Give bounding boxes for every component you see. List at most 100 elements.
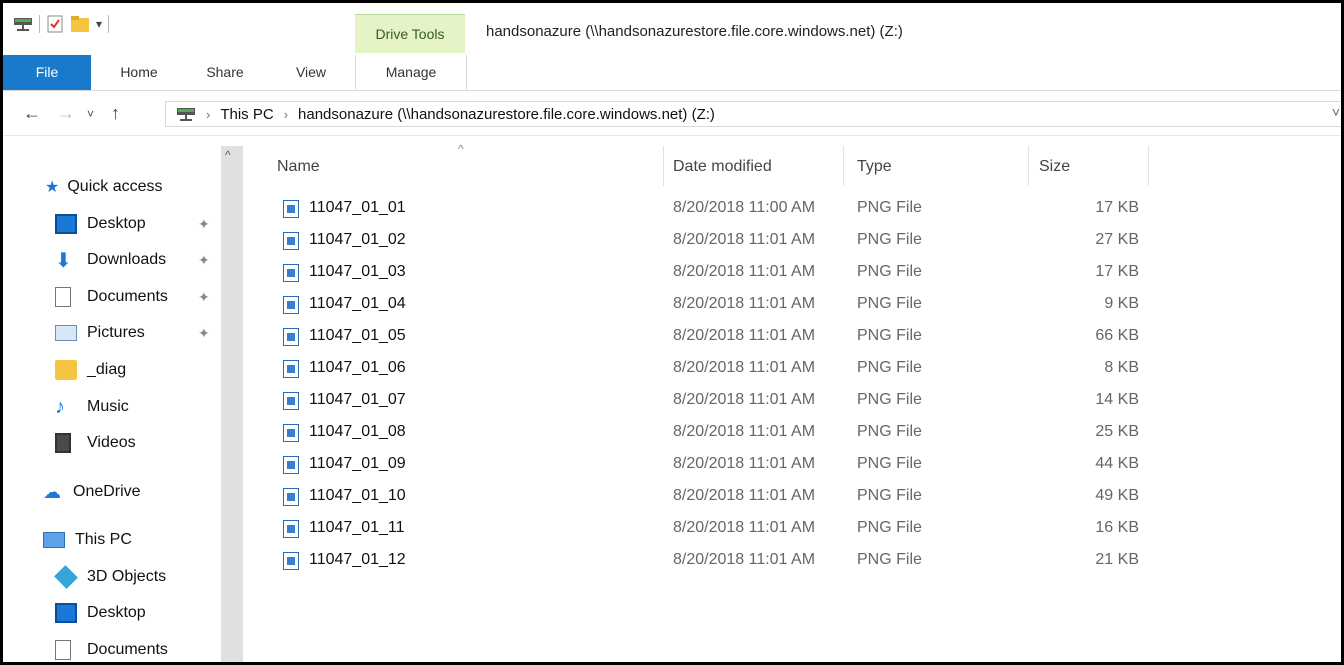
file-row[interactable]: 11047_01_10 8/20/2018 11:01 AM PNG File 49 … (279, 482, 1159, 512)
ribbon-tabs: File Home Share View Manage (3, 55, 1341, 91)
file-date: 8/20/2018 11:01 AM (673, 391, 816, 408)
nav-this-pc[interactable]: This PC (43, 525, 132, 555)
file-row[interactable]: 11047_01_05 8/20/2018 11:01 AM PNG File 66 … (279, 322, 1159, 352)
tab-share[interactable]: Share (189, 55, 261, 90)
column-divider[interactable] (843, 146, 844, 186)
pin-icon[interactable]: ✦ (198, 216, 210, 233)
file-date: 8/20/2018 11:01 AM (673, 327, 816, 344)
file-type: PNG File (857, 295, 922, 312)
address-bar-row: ← → ˅ ↑ › This PC › handsonazure (\\hand… (3, 91, 1341, 136)
nav-label: Downloads (87, 251, 167, 268)
file-type: PNG File (857, 231, 922, 248)
scroll-up-icon[interactable]: ^ (225, 148, 231, 162)
column-header-size[interactable]: Size (1039, 158, 1070, 176)
file-name: 11047_01_02 (309, 231, 406, 248)
file-date: 8/20/2018 11:01 AM (673, 295, 816, 312)
nav-label: Desktop (87, 604, 146, 621)
column-divider[interactable] (1028, 146, 1029, 186)
file-date: 8/20/2018 11:01 AM (673, 519, 816, 536)
file-row[interactable]: 11047_01_11 8/20/2018 11:01 AM PNG File 16 … (279, 514, 1159, 544)
downloads-icon: ⬇ (55, 249, 72, 272)
file-row[interactable]: 11047_01_08 8/20/2018 11:01 AM PNG File 25 … (279, 418, 1159, 448)
drive-tools-context-tab: Drive Tools (355, 14, 465, 53)
file-date: 8/20/2018 11:01 AM (673, 231, 816, 248)
pin-icon[interactable]: ✦ (198, 325, 210, 342)
nav-item-pictures[interactable]: Pictures (55, 318, 145, 348)
file-size: 17 KB (1095, 199, 1139, 216)
file-size: 27 KB (1095, 231, 1139, 248)
address-dropdown-icon[interactable]: ˅ (1332, 104, 1340, 120)
breadcrumb-separator-icon[interactable]: › (284, 107, 288, 122)
nav-item-3d-objects[interactable]: 3D Objects (54, 562, 167, 592)
new-folder-icon[interactable] (70, 15, 90, 33)
file-type: PNG File (857, 359, 922, 376)
png-file-icon (283, 392, 299, 410)
file-row[interactable]: 11047_01_06 8/20/2018 11:01 AM PNG File 8 K… (279, 354, 1159, 384)
network-drive-icon[interactable] (13, 16, 33, 32)
3d-objects-icon (54, 565, 78, 589)
png-file-icon (283, 520, 299, 538)
address-bar[interactable]: › This PC › handsonazure (\\handsonazure… (165, 101, 1341, 127)
pin-icon[interactable]: ✦ (198, 252, 210, 269)
nav-scrollbar[interactable]: ^ (221, 146, 243, 662)
file-row[interactable]: 11047_01_07 8/20/2018 11:01 AM PNG File 14 … (279, 386, 1159, 416)
file-type: PNG File (857, 423, 922, 440)
file-date: 8/20/2018 11:01 AM (673, 423, 816, 440)
column-header-type[interactable]: Type (857, 158, 892, 176)
file-size: 16 KB (1095, 519, 1139, 536)
breadcrumb-drive[interactable]: handsonazure (\\handsonazurestore.file.c… (298, 106, 715, 123)
file-row[interactable]: 11047_01_09 8/20/2018 11:01 AM PNG File 44 … (279, 450, 1159, 480)
file-row[interactable]: 11047_01_01 8/20/2018 11:00 AM PNG File 17 … (279, 194, 1159, 224)
nav-label: Music (87, 398, 129, 415)
tab-home[interactable]: Home (103, 55, 175, 90)
column-divider[interactable] (1148, 146, 1149, 186)
nav-label: Documents (87, 288, 168, 305)
pin-icon[interactable]: ✦ (198, 289, 210, 306)
png-file-icon (283, 264, 299, 282)
png-file-icon (283, 200, 299, 218)
column-header-name[interactable]: Name (277, 158, 320, 176)
file-type: PNG File (857, 551, 922, 568)
properties-icon[interactable] (46, 15, 64, 33)
sort-ascending-icon: ^ (458, 142, 464, 156)
file-row[interactable]: 11047_01_12 8/20/2018 11:01 AM PNG File 21 … (279, 546, 1159, 576)
nav-item-diag[interactable]: _diag (55, 355, 126, 385)
file-row[interactable]: 11047_01_02 8/20/2018 11:01 AM PNG File 27 … (279, 226, 1159, 256)
file-name: 11047_01_05 (309, 327, 406, 344)
nav-item-music[interactable]: ♪ Music (55, 392, 129, 422)
nav-onedrive[interactable]: ☁ OneDrive (43, 477, 141, 507)
nav-item-pc-documents[interactable]: Documents (55, 635, 168, 662)
desktop-icon (55, 603, 77, 623)
nav-item-documents[interactable]: Documents (55, 282, 168, 312)
forward-arrow-icon[interactable]: → (57, 103, 75, 124)
file-size: 17 KB (1095, 263, 1139, 280)
up-arrow-icon[interactable]: ↑ (111, 103, 120, 124)
nav-item-downloads[interactable]: ⬇ Downloads (55, 245, 166, 275)
column-header-date[interactable]: Date modified (673, 158, 772, 176)
tab-file[interactable]: File (3, 55, 91, 90)
tab-manage[interactable]: Manage (355, 55, 467, 90)
breadcrumb-this-pc[interactable]: This PC (220, 106, 273, 123)
file-row[interactable]: 11047_01_03 8/20/2018 11:01 AM PNG File 17 … (279, 258, 1159, 288)
png-file-icon (283, 360, 299, 378)
file-name: 11047_01_07 (309, 391, 406, 408)
customize-qat-icon[interactable]: ▾ (96, 17, 102, 31)
png-file-icon (283, 456, 299, 474)
recent-locations-chevron-icon[interactable]: ˅ (87, 107, 94, 121)
nav-label: 3D Objects (87, 568, 167, 585)
nav-label: OneDrive (73, 483, 141, 500)
nav-item-desktop[interactable]: Desktop (55, 209, 146, 239)
file-size: 8 KB (1104, 359, 1139, 376)
file-list: ^ Name Date modified Type Size 11047_01_… (243, 136, 1341, 662)
nav-quick-access[interactable]: ★ Quick access (45, 172, 162, 202)
nav-item-pc-desktop[interactable]: Desktop (55, 598, 146, 628)
tab-view[interactable]: View (275, 55, 347, 90)
file-name: 11047_01_01 (309, 199, 406, 216)
nav-item-videos[interactable]: Videos (55, 428, 136, 458)
column-divider[interactable] (663, 146, 664, 186)
back-arrow-icon[interactable]: ← (23, 103, 41, 124)
file-row[interactable]: 11047_01_04 8/20/2018 11:01 AM PNG File 9 K… (279, 290, 1159, 320)
cloud-icon: ☁ (43, 481, 61, 502)
explorer-window: ▾ Drive Tools handsonazure (\\handsonazu… (0, 0, 1344, 665)
breadcrumb-separator-icon[interactable]: › (206, 107, 210, 122)
